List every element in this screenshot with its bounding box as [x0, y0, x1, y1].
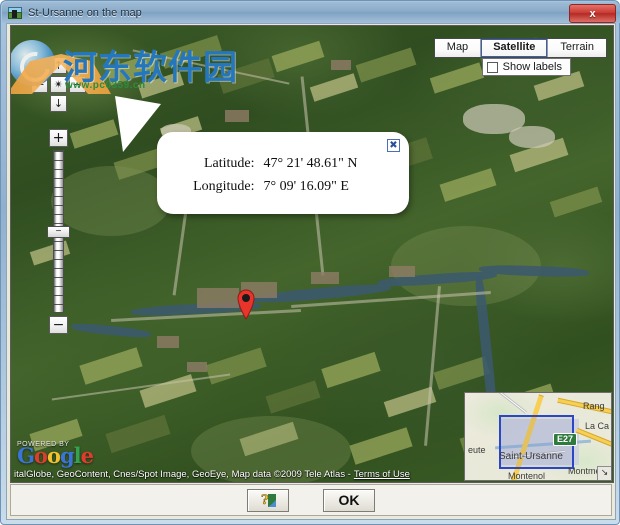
- attribution-credits: italGlobe, GeoContent, Cnes/Spot Image, …: [14, 468, 351, 480]
- pan-right-button[interactable]: →: [69, 76, 86, 93]
- latitude-value: 47° 21' 48.61" N: [263, 156, 358, 171]
- help-icon: ?: [261, 493, 276, 508]
- zoom-out-button[interactable]: −: [49, 316, 68, 334]
- minimap-label: Rang: [583, 401, 605, 411]
- map-type-terrain[interactable]: Terrain: [548, 39, 606, 57]
- map-marker-icon: [7, 6, 23, 20]
- longitude-label: Longitude:: [193, 179, 255, 194]
- show-labels-toggle[interactable]: Show labels: [481, 58, 571, 76]
- minimap-label: eute: [468, 445, 486, 455]
- pan-up-button[interactable]: ↑: [50, 57, 67, 74]
- map-type-map[interactable]: Map: [434, 39, 482, 57]
- zoom-in-button[interactable]: +: [49, 129, 68, 147]
- longitude-row: Longitude: 7° 09' 16.09" E: [157, 179, 409, 195]
- help-button[interactable]: ?: [247, 488, 289, 512]
- minimap-resize-handle[interactable]: ↘: [597, 466, 611, 480]
- overview-minimap[interactable]: E27 Rang La Ca eute Saint-Ursanne Montme…: [464, 392, 612, 481]
- svg-text:?: ?: [261, 493, 269, 508]
- location-marker-icon[interactable]: [235, 287, 257, 320]
- terms-of-use-link[interactable]: Terms of Use: [354, 469, 410, 480]
- coordinates-info-bubble: ✖ Latitude: 47° 21' 48.61" N Longitude: …: [157, 132, 409, 214]
- ok-button[interactable]: OK: [323, 488, 375, 512]
- minimap-route-shield: E27: [553, 433, 578, 446]
- dialog-client-area: 河东软件园 www.pc0359.cn ↑ ← ✴ → ↓ + − − Map …: [6, 23, 616, 520]
- show-labels-checkbox[interactable]: [486, 61, 498, 73]
- pan-left-button[interactable]: ←: [31, 76, 48, 93]
- minimap-label: Montenol: [508, 471, 546, 481]
- latitude-label: Latitude:: [203, 156, 255, 171]
- close-button[interactable]: x: [569, 4, 616, 23]
- dialog-window: St-Ursanne on the map x 河东软件园 www.pc0359…: [0, 0, 620, 525]
- show-labels-label: Show labels: [502, 61, 562, 73]
- bubble-close-icon[interactable]: ✖: [387, 139, 400, 152]
- minimap-label-saint-ursanne: Saint-Ursanne: [499, 451, 563, 462]
- zoom-slider-thumb[interactable]: −: [47, 226, 70, 238]
- map-canvas[interactable]: 河东软件园 www.pc0359.cn ↑ ← ✴ → ↓ + − − Map …: [10, 25, 614, 483]
- dialog-footer: ? OK: [10, 484, 612, 516]
- longitude-value: 7° 09' 16.09" E: [263, 179, 349, 194]
- map-type-switcher: Map Satellite Terrain: [433, 38, 607, 58]
- window-title: St-Ursanne on the map: [28, 6, 142, 19]
- title-bar: St-Ursanne on the map x: [2, 2, 620, 23]
- map-attribution: italGlobe, GeoContent, Cnes/Spot Image, …: [12, 467, 463, 481]
- latitude-row: Latitude: 47° 21' 48.61" N: [157, 156, 409, 172]
- pan-down-button[interactable]: ↓: [50, 95, 67, 112]
- recenter-button[interactable]: ✴: [50, 76, 67, 93]
- minimap-label: La Ca: [585, 421, 610, 431]
- map-type-satellite[interactable]: Satellite: [481, 39, 549, 57]
